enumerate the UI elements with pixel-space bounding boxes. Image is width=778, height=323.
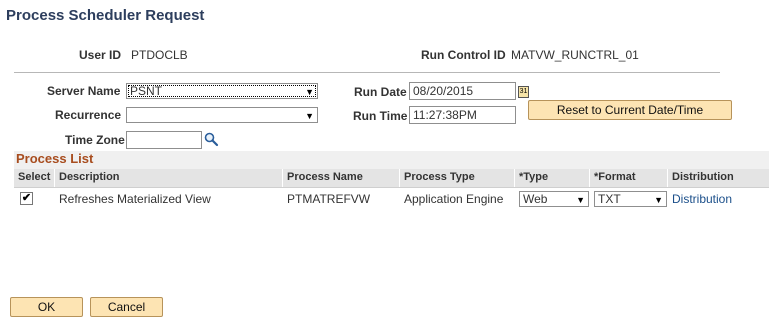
row-process-name: PTMATREFVW [287, 192, 371, 206]
col-header-type: *Type [519, 171, 549, 183]
row-format-select[interactable]: TXT ▼ [594, 191, 667, 207]
reset-date-time-button[interactable]: Reset to Current Date/Time [528, 100, 732, 120]
server-name-select[interactable]: PSNT ▼ [126, 83, 318, 99]
chevron-down-icon: ▼ [654, 195, 663, 205]
row-select-checkbox[interactable]: ✔ [20, 192, 33, 205]
col-header-process-name: Process Name [287, 171, 363, 183]
time-zone-label: Time Zone [65, 133, 125, 147]
run-date-input[interactable]: 08/20/2015 [409, 82, 516, 100]
process-list-header [14, 169, 769, 188]
process-list-title-bar [14, 151, 769, 169]
row-process-type: Application Engine [404, 192, 504, 206]
row-format-value: TXT [598, 192, 621, 206]
row-type-select[interactable]: Web ▼ [519, 191, 589, 207]
run-control-value: MATVW_RUNCTRL_01 [511, 48, 639, 62]
col-header-distribution: Distribution [672, 171, 734, 183]
user-id-label: User ID [79, 48, 122, 62]
recurrence-label: Recurrence [55, 108, 122, 122]
user-id-value: PTDOCLB [131, 48, 188, 62]
recurrence-select[interactable]: ▼ [126, 107, 318, 123]
magnifier-icon[interactable] [203, 131, 219, 147]
page-title: Process Scheduler Request [6, 7, 205, 24]
col-header-select: Select [18, 171, 51, 183]
col-divider [589, 169, 590, 187]
col-divider [667, 169, 668, 187]
col-header-process-type: Process Type [404, 171, 475, 183]
chevron-down-icon: ▼ [305, 111, 314, 121]
calendar-icon[interactable]: 31 [518, 86, 529, 98]
col-divider [399, 169, 400, 187]
server-name-label: Server Name [47, 84, 121, 98]
ok-button[interactable]: OK [10, 297, 83, 317]
run-date-label: Run Date [354, 85, 407, 99]
row-type-value: Web [523, 192, 548, 206]
chevron-down-icon: ▼ [576, 195, 585, 205]
header-divider [14, 72, 720, 73]
chevron-down-icon: ▼ [305, 87, 314, 97]
process-list-title: Process List [16, 151, 94, 166]
run-control-label: Run Control ID [421, 48, 506, 62]
run-time-label: Run Time [353, 109, 408, 123]
server-name-selected-value: PSNT [130, 84, 163, 98]
col-divider [282, 169, 283, 187]
col-header-description: Description [59, 171, 120, 183]
time-zone-input[interactable] [126, 131, 202, 149]
col-header-format: *Format [594, 171, 636, 183]
row-distribution-link[interactable]: Distribution [672, 192, 732, 206]
run-time-input[interactable]: 11:27:38PM [409, 106, 516, 124]
cancel-button[interactable]: Cancel [90, 297, 163, 317]
col-divider [514, 169, 515, 187]
checkmark-icon: ✔ [21, 192, 32, 204]
col-divider [54, 169, 55, 187]
row-description: Refreshes Materialized View [59, 192, 211, 206]
